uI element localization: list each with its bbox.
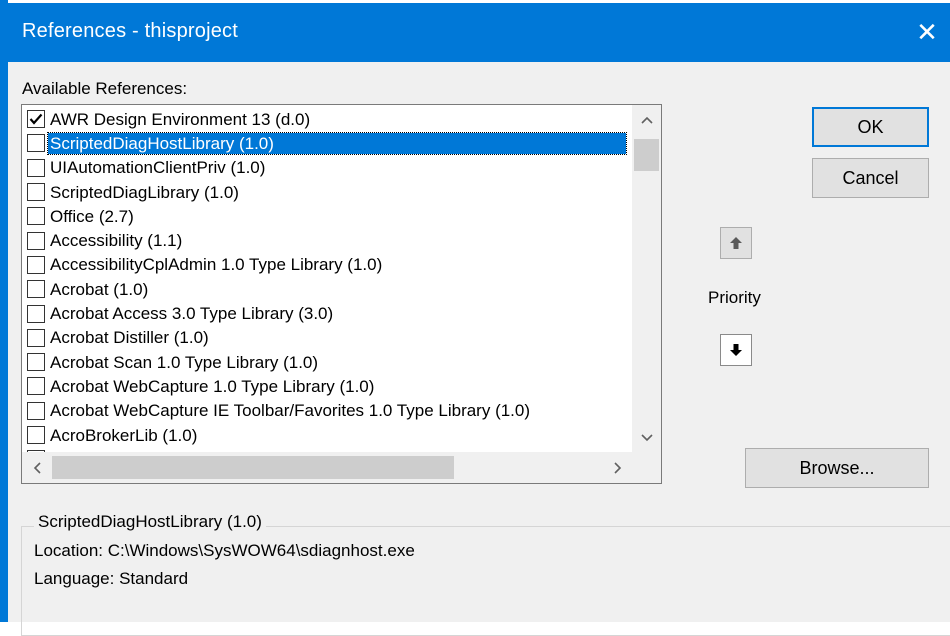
list-item-label: Acrobat WebCapture 1.0 Type Library (1.0… <box>50 376 375 396</box>
scrollbar-corner <box>632 452 661 483</box>
list-item-label: Acrobat Scan 1.0 Type Library (1.0) <box>50 352 319 372</box>
available-references-list[interactable]: AWR Design Environment 13 (d.0) ScriptedD… <box>21 104 662 484</box>
list-item-label: AccessibilityCplAdmin 1.0 Type Library (… <box>50 255 383 275</box>
list-item[interactable]: Office (2.7) <box>22 204 632 228</box>
reference-checkbox[interactable] <box>27 280 45 299</box>
list-item-label: Acrobat WebCapture IE Toolbar/Favorites … <box>50 401 531 421</box>
horizontal-scrollbar[interactable] <box>22 452 632 483</box>
reference-checkbox[interactable] <box>27 231 45 250</box>
checkmark-icon <box>29 113 43 125</box>
reference-checkbox[interactable] <box>27 158 45 177</box>
horizontal-scroll-thumb[interactable] <box>52 456 454 479</box>
list-item[interactable]: ScriptedDiagLibrary (1.0) <box>22 180 632 204</box>
list-item-label: UIAutomationClientPriv (1.0) <box>50 158 266 178</box>
reference-checkbox[interactable] <box>27 353 45 372</box>
list-item-label: Office (2.7) <box>50 206 134 226</box>
list-item[interactable]: AccessibilityCplAdmin 1.0 Type Library (… <box>22 253 632 277</box>
scroll-up-button[interactable] <box>632 105 661 134</box>
reference-checkbox[interactable] <box>27 426 45 444</box>
close-icon: ✕ <box>916 17 938 47</box>
reference-checkbox[interactable] <box>27 207 45 226</box>
reference-checkbox[interactable] <box>27 328 45 347</box>
list-item[interactable]: UIAutomationClientPriv (1.0) <box>22 156 632 180</box>
chevron-right-icon <box>613 461 621 474</box>
vertical-scroll-thumb[interactable] <box>634 139 659 171</box>
scroll-right-button[interactable] <box>603 452 632 483</box>
window-title: References - thisproject <box>22 20 239 42</box>
reference-checkbox[interactable] <box>27 401 45 420</box>
reference-language: Language: Standard <box>34 569 189 588</box>
chevron-down-icon <box>640 433 653 441</box>
cancel-button[interactable]: Cancel <box>812 158 929 198</box>
references-dialog: References - thisproject ✕ Available Ref… <box>0 0 950 636</box>
scroll-left-button[interactable] <box>22 452 51 483</box>
browse-button[interactable]: Browse... <box>745 448 929 488</box>
scroll-down-button[interactable] <box>632 423 661 452</box>
close-button[interactable]: ✕ <box>904 3 950 62</box>
ok-button[interactable]: OK <box>812 107 929 147</box>
list-item[interactable]: AcroBrokerLib (1.0) <box>22 423 632 447</box>
reference-checkbox[interactable] <box>27 304 45 323</box>
list-item[interactable]: Acrobat (1.0) <box>22 277 632 301</box>
list-item[interactable]: Accessibility (1.1) <box>22 228 632 252</box>
list-item-label: Acrobat Access 3.0 Type Library (3.0) <box>50 304 334 324</box>
reference-checkbox[interactable] <box>27 110 45 129</box>
title-bar[interactable]: References - thisproject ✕ <box>8 3 950 62</box>
reference-checkbox[interactable] <box>27 134 45 153</box>
priority-down-button[interactable] <box>720 334 752 366</box>
list-item[interactable]: ScriptedDiagHostLibrary (1.0) <box>22 131 632 155</box>
priority-up-button[interactable] <box>720 227 752 259</box>
list-item-label: ScriptedDiagLibrary (1.0) <box>50 182 239 202</box>
list-item[interactable]: Acrobat WebCapture 1.0 Type Library (1.0… <box>22 374 632 398</box>
list-item-label: AWR Design Environment 13 (d.0) <box>50 109 311 129</box>
window-left-border <box>0 0 8 622</box>
list-item[interactable]: Acrobat Access 3.0 Type Library (3.0) <box>22 301 632 325</box>
reference-checkbox[interactable] <box>27 255 45 274</box>
reference-checkbox[interactable] <box>27 377 45 396</box>
list-item[interactable]: Acrobat Scan 1.0 Type Library (1.0) <box>22 350 632 374</box>
selected-reference-title: ScriptedDiagHostLibrary (1.0) <box>34 512 266 532</box>
list-item[interactable]: Acrobat Distiller (1.0) <box>22 326 632 350</box>
list-item-label: ScriptedDiagHostLibrary (1.0) <box>47 131 627 155</box>
list-item[interactable]: AWR Design Environment 13 (d.0) <box>22 107 632 131</box>
arrow-down-icon <box>730 344 742 356</box>
reference-location: Location: C:\Windows\SysWOW64\sdiagnhost… <box>34 541 415 560</box>
arrow-up-icon <box>730 237 742 249</box>
references-rows: AWR Design Environment 13 (d.0) ScriptedD… <box>22 107 632 471</box>
reference-checkbox[interactable] <box>27 183 45 202</box>
vertical-scrollbar[interactable] <box>632 105 661 452</box>
list-item-label: Acrobat Distiller (1.0) <box>50 328 209 348</box>
available-references-label: Available References: <box>22 79 188 98</box>
priority-label: Priority <box>708 288 761 307</box>
chevron-up-icon <box>640 116 653 124</box>
list-item-label: Accessibility (1.1) <box>50 231 183 251</box>
list-item-label: AcroBrokerLib (1.0) <box>50 425 198 445</box>
list-item[interactable]: Acrobat WebCapture IE Toolbar/Favorites … <box>22 399 632 423</box>
list-item-label: Acrobat (1.0) <box>50 279 149 299</box>
chevron-left-icon <box>33 461 41 474</box>
